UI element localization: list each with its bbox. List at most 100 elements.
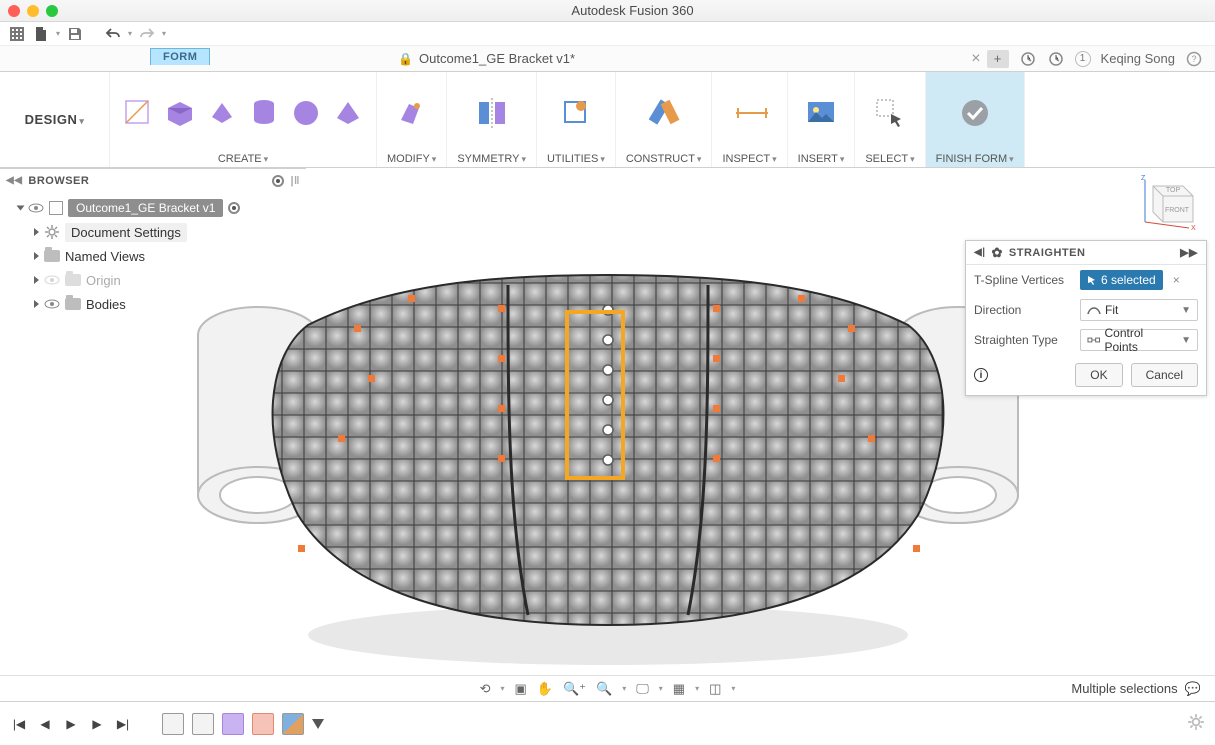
redo-icon[interactable] xyxy=(138,25,156,43)
info-icon[interactable]: i xyxy=(974,368,988,382)
sphere-tool-icon[interactable] xyxy=(288,95,324,131)
edit-form-icon[interactable] xyxy=(394,95,430,131)
expand-icon[interactable] xyxy=(34,276,39,284)
timeline-settings-icon[interactable] xyxy=(1187,713,1205,734)
timeline-start-icon[interactable]: |◀ xyxy=(10,715,28,733)
job-status-icon[interactable] xyxy=(1047,50,1065,68)
browser-item-origin[interactable]: Origin xyxy=(34,268,306,292)
pan-icon[interactable]: ✋ xyxy=(537,681,553,697)
expand-icon[interactable] xyxy=(34,300,39,308)
tab-close-button[interactable]: × xyxy=(965,50,986,68)
box-tool-icon[interactable] xyxy=(162,95,198,131)
sketch-tool-icon[interactable] xyxy=(120,95,156,131)
insert-decal-icon[interactable] xyxy=(803,95,839,131)
viewport-layout-icon[interactable]: ◫ xyxy=(709,681,721,697)
viewcube[interactable]: TOP FRONT Z X xyxy=(1139,172,1199,232)
orbit-icon[interactable]: ⟲ xyxy=(480,681,491,697)
visibility-icon[interactable] xyxy=(44,296,60,312)
timeline-playhead-icon[interactable] xyxy=(312,719,324,729)
new-tab-button[interactable]: + xyxy=(987,50,1009,68)
expand-icon[interactable] xyxy=(34,228,39,236)
cancel-button[interactable]: Cancel xyxy=(1131,363,1198,387)
save-icon[interactable] xyxy=(66,25,84,43)
app-grid-icon[interactable] xyxy=(8,25,26,43)
construct-panel-label[interactable]: CONSTRUCT xyxy=(626,150,702,165)
inspect-panel-label[interactable]: INSPECT xyxy=(722,150,776,165)
redo-dropdown-icon[interactable]: ▾ xyxy=(162,29,166,38)
utilities-icon[interactable] xyxy=(558,95,594,131)
look-at-icon[interactable]: ▣ xyxy=(514,681,526,697)
modify-panel-label[interactable]: MODIFY xyxy=(387,150,436,165)
timeline-next-icon[interactable]: ▶ xyxy=(88,715,106,733)
quadball-tool-icon[interactable] xyxy=(330,95,366,131)
selection-status: Multiple selections 💬 xyxy=(1071,681,1201,697)
insert-panel-label[interactable]: INSERT xyxy=(798,150,845,165)
close-window-icon[interactable] xyxy=(8,5,20,17)
browser-item-settings[interactable]: Document Settings xyxy=(34,220,306,244)
user-name[interactable]: Keqing Song xyxy=(1101,51,1175,66)
workspace-label: DESIGN xyxy=(25,112,78,127)
zoom-icon[interactable]: 🔍⁺ xyxy=(563,681,586,697)
svg-text:X: X xyxy=(1191,225,1196,232)
mirror-icon[interactable] xyxy=(474,95,510,131)
timeline-prev-icon[interactable]: ◀ xyxy=(36,715,54,733)
create-panel-label[interactable]: CREATE xyxy=(218,150,268,165)
ribbon-toolbar: DESIGN CREATE MODIFY SYMMETRY UTILITIES … xyxy=(0,72,1215,168)
panel-header[interactable]: ◀| ✿ STRAIGHTEN ▶▶ xyxy=(966,241,1206,265)
visibility-icon[interactable] xyxy=(28,200,44,216)
folder-icon xyxy=(44,250,60,262)
ok-button[interactable]: OK xyxy=(1075,363,1122,387)
plane-tool-icon[interactable] xyxy=(204,95,240,131)
data-panel-icon[interactable] xyxy=(1019,50,1037,68)
timeline-feature-4[interactable] xyxy=(252,713,274,735)
selection-highlight xyxy=(565,310,625,480)
direction-dropdown[interactable]: Fit ▼ xyxy=(1080,299,1198,321)
clear-selection-icon[interactable]: × xyxy=(1169,273,1184,287)
timeline-feature-5[interactable] xyxy=(282,713,304,735)
form-context-tab[interactable]: FORM xyxy=(150,48,210,65)
construct-icon[interactable] xyxy=(646,95,682,131)
create-panel: CREATE xyxy=(110,72,377,167)
expand-icon[interactable] xyxy=(34,252,39,260)
expand-icon[interactable] xyxy=(17,206,25,211)
comments-icon[interactable]: 💬 xyxy=(1185,681,1201,696)
measure-icon[interactable] xyxy=(732,95,768,131)
timeline-feature-1[interactable] xyxy=(162,713,184,735)
symmetry-panel-label[interactable]: SYMMETRY xyxy=(457,150,526,165)
cylinder-tool-icon[interactable] xyxy=(246,95,282,131)
document-tab-title[interactable]: Outcome1_GE Bracket v1* xyxy=(419,51,575,66)
zoom-window-icon[interactable]: 🔍 xyxy=(596,681,612,697)
undo-dropdown-icon[interactable]: ▾ xyxy=(128,29,132,38)
undo-icon[interactable] xyxy=(104,25,122,43)
finish-form-label[interactable]: FINISH FORM xyxy=(936,150,1014,165)
timeline-end-icon[interactable]: ▶| xyxy=(114,715,132,733)
help-icon[interactable]: ? xyxy=(1185,50,1203,68)
timeline-play-icon[interactable]: ▶ xyxy=(62,715,80,733)
grid-settings-icon[interactable]: ▦ xyxy=(673,681,685,697)
browser-item-views[interactable]: Named Views xyxy=(34,244,306,268)
workspace-switcher[interactable]: DESIGN xyxy=(0,72,110,167)
minimize-window-icon[interactable] xyxy=(27,5,39,17)
timeline-feature-2[interactable] xyxy=(192,713,214,735)
maximize-window-icon[interactable] xyxy=(46,5,58,17)
browser-item-bodies[interactable]: Bodies xyxy=(34,292,306,316)
viewport[interactable]: ◀◀ BROWSER |‖ Outcome1_GE Bracket v1 Doc… xyxy=(0,168,1215,701)
browser-item-label: Document Settings xyxy=(65,223,187,242)
timeline-feature-3[interactable] xyxy=(222,713,244,735)
browser-root-row[interactable]: Outcome1_GE Bracket v1 xyxy=(18,196,306,220)
file-dropdown-icon[interactable]: ▾ xyxy=(56,29,60,38)
browser-pin-icon[interactable] xyxy=(272,175,284,187)
select-panel-label[interactable]: SELECT xyxy=(865,150,914,165)
utilities-panel-label[interactable]: UTILITIES xyxy=(547,150,605,165)
activate-radio-icon[interactable] xyxy=(228,202,240,214)
selection-chip[interactable]: 6 selected xyxy=(1080,270,1163,290)
select-tool-icon[interactable] xyxy=(872,95,908,131)
file-menu-icon[interactable] xyxy=(32,25,50,43)
visibility-off-icon[interactable] xyxy=(44,272,60,288)
vertices-row: T-Spline Vertices 6 selected × xyxy=(966,265,1206,295)
finish-form-icon[interactable] xyxy=(957,95,993,131)
display-settings-icon[interactable]: 🖵 xyxy=(636,681,649,697)
browser-header[interactable]: ◀◀ BROWSER |‖ xyxy=(0,168,306,192)
type-dropdown[interactable]: Control Points ▼ xyxy=(1080,329,1198,351)
collapse-browser-icon[interactable]: ◀◀ xyxy=(6,175,22,186)
